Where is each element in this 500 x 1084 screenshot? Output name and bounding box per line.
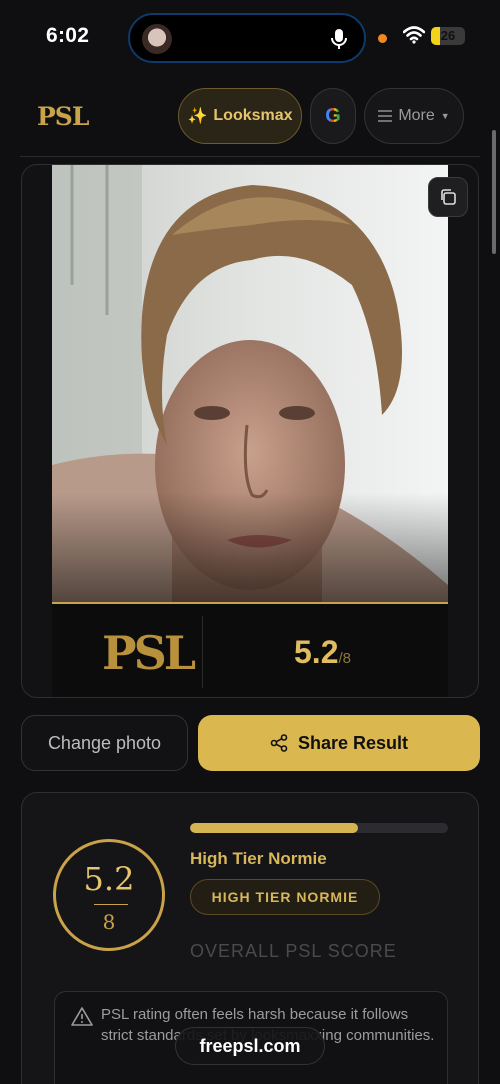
looksmax-label: Looksmax (213, 107, 293, 124)
scrollbar[interactable] (492, 130, 496, 254)
sparkles-icon: ✨ (187, 108, 208, 125)
overall-score-label: OVERALL PSL SCORE (190, 941, 397, 961)
warning-icon (71, 1007, 93, 1026)
top-nav: PSL ✨ Looksmax G More ▼ (0, 86, 500, 148)
menu-icon (378, 110, 393, 122)
status-bar: 6:02 26 (0, 0, 500, 76)
result-strip: PSL 5.2/8 (52, 604, 448, 697)
ring-fraction-line (94, 904, 128, 905)
psl-logo[interactable]: PSL (37, 102, 89, 131)
more-label: More (398, 107, 435, 124)
wifi-icon (403, 26, 425, 44)
mic-icon (331, 29, 347, 49)
copy-icon (441, 189, 456, 205)
ring-denominator: 8 (102, 910, 116, 934)
looksmax-button[interactable]: ✨ Looksmax (178, 88, 302, 144)
uploaded-photo (52, 165, 448, 602)
dynamic-island[interactable] (128, 13, 366, 63)
battery-icon: 26 (431, 27, 465, 45)
status-time: 6:02 (46, 24, 90, 47)
google-icon: G (325, 104, 341, 127)
psl-logo-large: PSL (102, 626, 196, 680)
ring-score: 5.2 (83, 860, 135, 898)
battery-level: 26 (440, 28, 456, 43)
recording-dot-icon (378, 34, 387, 43)
google-button[interactable]: G (310, 88, 356, 144)
caret-down-icon: ▼ (440, 111, 450, 121)
result-card: PSL 5.2/8 (21, 164, 479, 698)
island-avatar-icon (142, 24, 172, 54)
result-score-value: 5.2 (294, 634, 339, 670)
more-button[interactable]: More ▼ (364, 88, 464, 144)
score-ring: 5.2 8 (53, 839, 165, 951)
score-progress-fill (190, 823, 358, 833)
result-score-denominator: /8 (338, 650, 351, 667)
score-progress-bar (190, 823, 448, 833)
strip-divider (202, 616, 203, 688)
share-result-button[interactable]: Share Result (198, 715, 480, 771)
share-icon (270, 734, 288, 752)
result-score: 5.2/8 (294, 634, 351, 671)
share-label: Share Result (297, 732, 409, 753)
tier-badge: HIGH TIER NORMIE (190, 879, 380, 915)
nav-divider (20, 156, 480, 157)
copy-button[interactable] (428, 177, 468, 217)
site-watermark[interactable]: freepsl.com (175, 1027, 325, 1065)
tier-title: High Tier Normie (190, 849, 327, 868)
change-photo-button[interactable]: Change photo (21, 715, 188, 771)
